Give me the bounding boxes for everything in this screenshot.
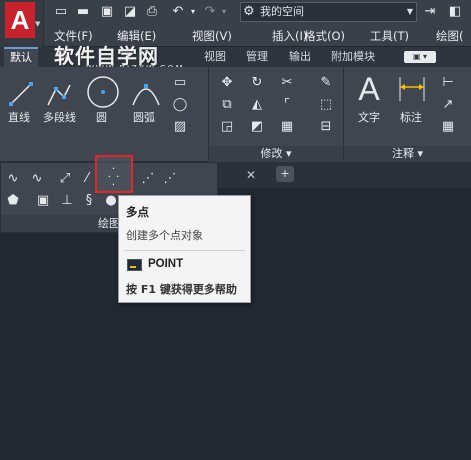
donut-icon[interactable]: ● — [103, 193, 119, 209]
polyline-icon[interactable] — [46, 81, 72, 107]
dimension-icon[interactable] — [396, 75, 428, 103]
mirror-icon[interactable]: ◭ — [249, 97, 265, 113]
tab-addins[interactable]: 附加模块 — [331, 47, 375, 67]
offset-icon[interactable]: ⊟ — [318, 119, 334, 135]
trim-icon[interactable]: ✂ — [279, 75, 295, 91]
chevron-down-icon: ▼ — [406, 7, 413, 16]
multiple-points-button[interactable]: · · · · — [95, 155, 133, 193]
tab-default[interactable]: 默认 — [4, 47, 38, 67]
tooltip-title: 多点 — [126, 205, 149, 219]
redo-dropdown-icon[interactable]: ▾ — [215, 3, 233, 21]
rotate-icon[interactable]: ↻ — [249, 75, 265, 91]
menu-tools[interactable]: 工具(T) — [370, 26, 409, 46]
erase-icon[interactable]: ✎ — [318, 75, 334, 91]
stretch-icon[interactable]: ◲ — [219, 119, 235, 135]
tooltip-description: 创建多个点对象 — [126, 229, 203, 242]
measure-icon[interactable]: ⋰ — [162, 171, 178, 187]
spline-cv-icon[interactable]: ∿ — [29, 171, 45, 187]
panel-title-modify[interactable]: 修改 ▾ — [209, 146, 343, 162]
workspace-selector[interactable]: ⚙ 我的空间 ▼ — [240, 2, 417, 22]
tab-view[interactable]: 视图 — [204, 47, 226, 67]
array-icon[interactable]: ▦ — [279, 119, 295, 135]
explode-icon[interactable]: ⬚ — [318, 97, 334, 113]
application-menu-button[interactable]: A ▼ — [0, 0, 44, 47]
sign-in-icon[interactable]: ⇥ — [421, 3, 439, 21]
save-icon[interactable]: ▣ — [98, 3, 116, 21]
circle-icon[interactable] — [86, 75, 120, 109]
undo-dropdown-icon[interactable]: ▾ — [184, 3, 202, 21]
menu-insert[interactable]: 插入(I) — [272, 26, 307, 46]
helix-icon[interactable]: § — [81, 193, 97, 209]
hatch-icon[interactable]: ▨ — [172, 119, 188, 135]
ribbon-panel: 直线 多段线 圆 圆弧 ▭ ◯ ▨ ✥ ↻ ✂ ✎ ⧉ ◭ ⌜ ⬚ ◲ ◩ ▦ … — [0, 67, 471, 162]
tab-manage[interactable]: 管理 — [246, 47, 268, 67]
tooltip: 多点 创建多个点对象 POINT 按 F1 键获得更多帮助 — [118, 195, 251, 303]
open-folder-icon[interactable]: ▬ — [74, 3, 92, 21]
divide-icon[interactable]: ⋰ — [140, 171, 156, 187]
workspace-label: 我的空间 — [260, 5, 304, 18]
spline-fit-icon[interactable]: ∿ — [5, 171, 21, 187]
line-label: 直线 — [8, 111, 30, 124]
panel-title-annotate[interactable]: 注释 ▾ — [344, 146, 471, 162]
tab-output[interactable]: 输出 — [289, 47, 311, 67]
new-file-icon[interactable]: ▭ — [52, 3, 70, 21]
gear-icon: ⚙ — [243, 4, 255, 19]
ray-icon[interactable]: ⤢ — [57, 171, 73, 187]
copy-icon[interactable]: ⧉ — [219, 97, 235, 113]
multiple-points-icon: · · · · — [107, 164, 121, 191]
wipeout-icon[interactable]: ⊥ — [59, 193, 75, 209]
title-bar: ▭ ▬ ▣ ◪ ⎙ ↶ ▾ ↷ ▾ ⚙ 我的空间 ▼ ⇥ ◧ — [0, 0, 471, 26]
table-icon[interactable]: ▦ — [440, 119, 456, 135]
scale-icon[interactable]: ◩ — [249, 119, 265, 135]
ellipse-icon[interactable]: ◯ — [172, 97, 188, 113]
polyline-label: 多段线 — [43, 111, 76, 124]
line-icon[interactable] — [8, 81, 34, 107]
text-label: 文字 — [358, 111, 380, 124]
divider — [124, 250, 245, 251]
fillet-icon[interactable]: ⌜ — [279, 97, 295, 113]
dimension-label: 标注 — [400, 111, 422, 124]
boundary-icon[interactable]: ▣ — [35, 193, 51, 209]
menu-view[interactable]: 视图(V) — [192, 26, 232, 46]
linear-dim-icon[interactable]: ⊢ — [440, 75, 456, 91]
save-as-icon[interactable]: ◪ — [121, 3, 139, 21]
menu-format[interactable]: 格式(O) — [304, 26, 345, 46]
share-icon[interactable]: ◧ — [446, 3, 464, 21]
close-icon[interactable]: ✕ — [246, 168, 256, 182]
text-icon[interactable]: A — [354, 71, 384, 107]
autocad-logo: A — [5, 2, 35, 38]
tooltip-command: POINT — [148, 258, 184, 270]
print-icon[interactable]: ⎙ — [143, 3, 161, 21]
move-icon[interactable]: ✥ — [219, 75, 235, 91]
ribbon-minimize-button[interactable]: ▣ ▾ — [404, 51, 436, 63]
rectangle-icon[interactable]: ▭ — [172, 75, 188, 91]
command-icon — [127, 259, 142, 271]
leader-icon[interactable]: ↗ — [440, 97, 456, 113]
region-icon[interactable]: ⬟ — [5, 193, 21, 209]
menu-draw[interactable]: 绘图( — [436, 26, 464, 46]
new-tab-button[interactable]: + — [276, 166, 294, 182]
tooltip-help: 按 F1 键获得更多帮助 — [126, 283, 237, 296]
arc-label: 圆弧 — [133, 111, 155, 124]
chevron-down-icon: ▼ — [35, 20, 41, 28]
arc-icon[interactable] — [131, 79, 161, 107]
circle-label: 圆 — [96, 111, 107, 124]
construction-line-icon[interactable]: ⁄ — [79, 171, 95, 187]
